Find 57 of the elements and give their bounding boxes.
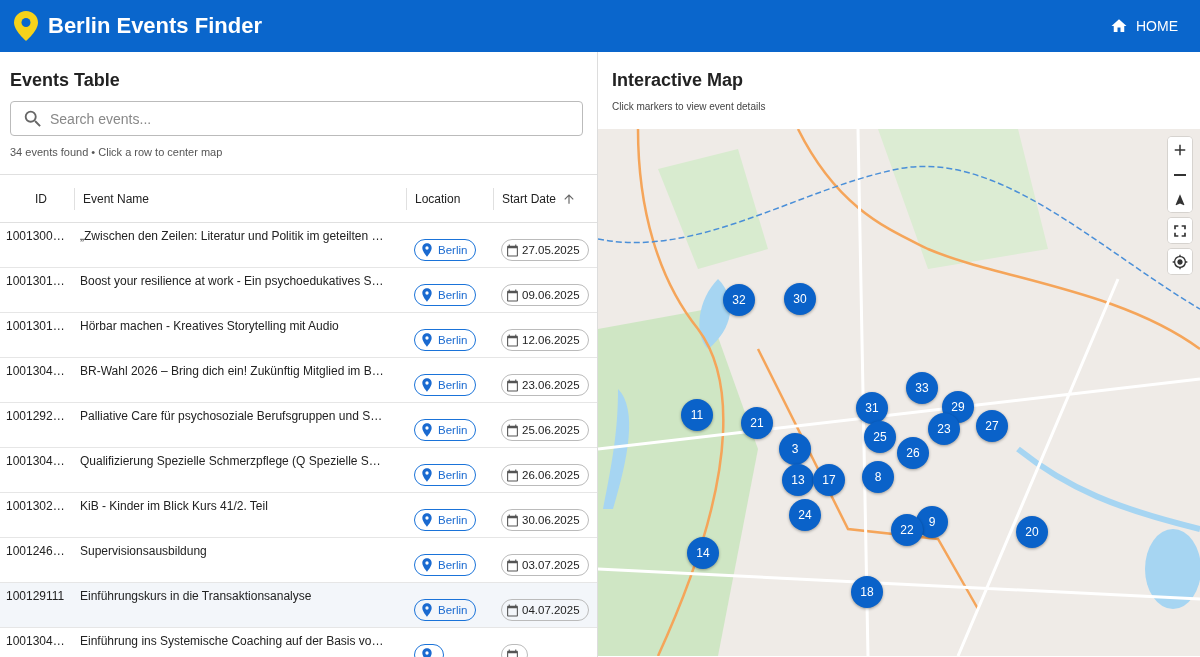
calendar-icon	[506, 468, 519, 482]
event-name-cell-text: „Zwischen den Zeilen: Literatur und Politik im geteilten …	[79, 228, 385, 245]
column-header[interactable]: ID	[0, 187, 74, 210]
map-pin-icon	[419, 332, 435, 348]
minus-icon	[1174, 173, 1186, 176]
event-name-cell-text: Hörbar machen - Kreatives Storytelling mit Audio	[79, 318, 340, 335]
search-icon	[22, 108, 44, 130]
locate-icon	[1172, 253, 1188, 270]
map-pin-icon	[419, 287, 435, 303]
app-title: Berlin Events Finder	[48, 13, 263, 39]
map-pin-icon	[419, 467, 435, 483]
event-name-cell-text: Supervisionsausbildung	[79, 543, 208, 560]
event-name-cell-text: Boost your resilience at work - Ein psychoedukatives S…	[79, 273, 385, 290]
calendar-icon	[506, 378, 519, 392]
id-cell-text: 1001304…	[5, 453, 66, 470]
search-field[interactable]: Search events...	[10, 101, 583, 136]
calendar-icon	[506, 423, 519, 437]
event-name-cell-text: Qualifizierung Spezielle Schmerzpflege (Q Spezielle S…	[79, 453, 382, 470]
id-cell-text: 1001292…	[5, 408, 66, 425]
home-icon	[1110, 17, 1128, 35]
column-header[interactable]: Event Name	[74, 187, 406, 210]
event-name-cell-text: KiB - Kinder im Blick Kurs 41/2. Teil	[79, 498, 269, 515]
event-name-cell-text: Einführung ins Systemische Coaching auf der Basis vo…	[79, 633, 385, 650]
column-header[interactable]: Location	[406, 187, 493, 210]
id-cell-text: 100129111	[5, 588, 66, 605]
calendar-icon	[506, 288, 519, 302]
event-name-cell-text: Palliative Care für psychosoziale Berufsgruppen und S…	[79, 408, 384, 425]
id-cell-text: 1001246…	[5, 543, 66, 560]
locate-button[interactable]	[1168, 249, 1192, 274]
calendar-icon	[506, 243, 519, 257]
id-cell-text: 1001304…	[5, 363, 66, 380]
calendar-icon	[506, 558, 519, 572]
event-name-cell-text: BR-Wahl 2026 – Bring dich ein! Zukünftig Mitglied im B…	[79, 363, 385, 380]
map-pin-icon	[419, 377, 435, 393]
map-pin-icon	[419, 242, 435, 258]
id-cell-text: 1001304…	[5, 633, 66, 650]
table-row[interactable]: 100129111 Einführungskurs in die Transaktionsanalyse Berlin 04.07.2025	[0, 583, 597, 628]
map-pin-icon	[419, 422, 435, 438]
calendar-icon	[506, 513, 519, 527]
id-cell-text: 1001302…	[5, 498, 66, 515]
home-link[interactable]: HOME	[1102, 11, 1186, 41]
id-cell-text: 1001300…	[5, 228, 66, 245]
id-cell-text: 1001301…	[5, 318, 66, 335]
event-name-cell-text: Einführungskurs in die Transaktionsanalyse	[79, 588, 313, 605]
map-hint: Click markers to view event details	[612, 101, 767, 112]
map-pin-icon	[419, 512, 435, 528]
calendar-icon	[506, 333, 519, 347]
panel-title: Interactive Map	[612, 70, 745, 91]
calendar-icon	[506, 603, 519, 617]
compass-icon	[1173, 192, 1187, 207]
results-summary: 34 events found • Click a row to center map	[10, 146, 224, 158]
panel-title: Events Table	[10, 70, 121, 91]
map-pin-icon	[419, 557, 435, 573]
map-pin-icon	[14, 11, 38, 41]
fullscreen-button[interactable]	[1168, 218, 1192, 243]
id-cell-text: 1001301…	[5, 273, 66, 290]
map-pin-icon	[419, 602, 435, 618]
